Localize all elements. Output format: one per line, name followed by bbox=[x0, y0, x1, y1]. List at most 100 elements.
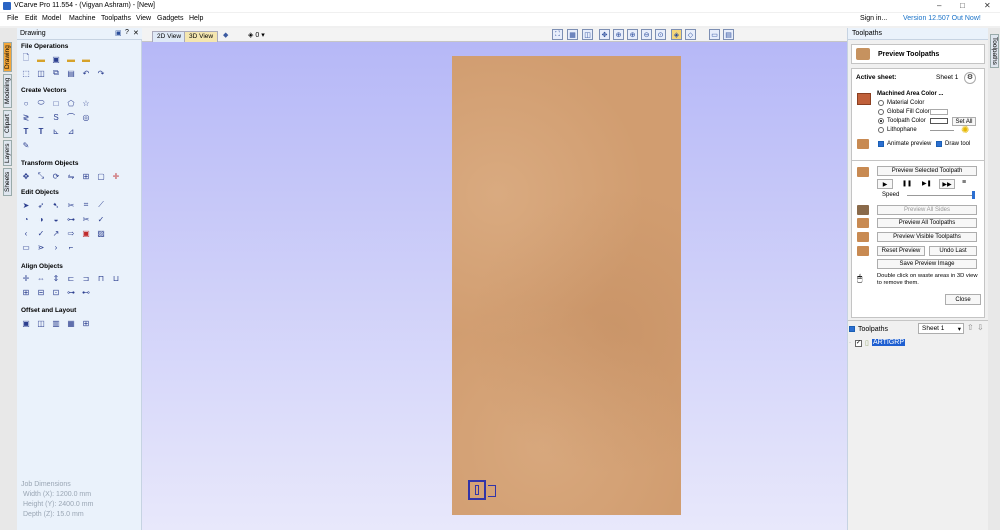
polygon-icon[interactable]: ⬠ bbox=[66, 98, 76, 108]
close-button[interactable]: Close bbox=[945, 294, 981, 305]
3d-viewport[interactable] bbox=[142, 42, 847, 530]
sign-in-link[interactable]: Sign in... bbox=[860, 15, 887, 22]
maximize-button[interactable]: □ bbox=[960, 1, 965, 10]
open-icon[interactable]: ▬ bbox=[36, 54, 46, 64]
align-h-icon[interactable]: ⇔ bbox=[36, 273, 46, 283]
spiral-icon[interactable]: ◎ bbox=[81, 112, 91, 122]
box-icon[interactable]: ▭ bbox=[21, 242, 31, 252]
version-link[interactable]: Version 12.507 Out Now! bbox=[903, 15, 981, 22]
space-h-icon[interactable]: ⊟ bbox=[36, 287, 46, 297]
preview-visible-button[interactable]: Preview Visible Toolpaths bbox=[877, 232, 977, 242]
view-fit-icon[interactable]: ⛶ bbox=[552, 29, 563, 40]
sheet-select[interactable]: Sheet 1 ▾ bbox=[918, 323, 964, 334]
toolpath-color-radio[interactable] bbox=[878, 118, 884, 124]
select-icon[interactable]: ⬚ bbox=[21, 68, 31, 78]
rectangle-icon[interactable]: □ bbox=[51, 98, 61, 108]
fillet2-icon[interactable]: ✓ bbox=[36, 228, 46, 238]
corner-icon[interactable]: ⌐ bbox=[66, 242, 76, 252]
animate-preview-checkbox[interactable] bbox=[878, 141, 884, 147]
move-down-icon[interactable]: ⇩ bbox=[977, 323, 984, 332]
preview-all-sides-button[interactable]: Preview All Sides bbox=[877, 205, 977, 215]
align-v-icon[interactable]: ⇕ bbox=[51, 273, 61, 283]
minimize-button[interactable]: – bbox=[937, 1, 941, 10]
menu-gadgets[interactable]: Gadgets bbox=[157, 15, 183, 22]
menu-file[interactable]: File bbox=[7, 15, 18, 22]
weld-icon[interactable]: ◔ bbox=[21, 214, 31, 224]
material-color-radio[interactable] bbox=[878, 100, 884, 106]
node-icon[interactable]: ➶ bbox=[36, 200, 46, 210]
reset-preview-button[interactable]: Reset Preview bbox=[877, 246, 925, 256]
align-icon[interactable]: ⊞ bbox=[81, 171, 91, 181]
copy-icon[interactable]: ⧉ bbox=[51, 68, 61, 78]
close-window-button[interactable]: ✕ bbox=[984, 1, 991, 10]
zoom-box-icon[interactable]: ⊕ bbox=[613, 29, 624, 40]
trim-icon[interactable]: ✂ bbox=[66, 200, 76, 210]
nest-icon[interactable]: ▥ bbox=[51, 318, 61, 328]
tab-toolpaths[interactable]: Toolpaths bbox=[990, 34, 999, 68]
pen-icon[interactable]: ✎ bbox=[21, 140, 31, 150]
sheet-icon[interactable]: ⚙ bbox=[964, 72, 976, 84]
draw-tool-checkbox[interactable] bbox=[936, 141, 942, 147]
star-icon[interactable]: ☆ bbox=[81, 98, 91, 108]
panel-pin-icon[interactable]: ▣ bbox=[115, 29, 122, 37]
zoom-all-icon[interactable]: ⊙ bbox=[655, 29, 666, 40]
save-icon[interactable]: ▣ bbox=[51, 54, 61, 64]
menu-view[interactable]: View bbox=[136, 15, 151, 22]
tab-clipart[interactable]: Clipart bbox=[3, 110, 12, 138]
zoom-out-icon[interactable]: ⊖ bbox=[641, 29, 652, 40]
trace-icon[interactable]: ▨ bbox=[96, 228, 106, 238]
split-view-icon[interactable]: ▭ bbox=[709, 29, 720, 40]
zoom-in-icon[interactable]: ⊕ bbox=[627, 29, 638, 40]
transform-icon[interactable]: ➷ bbox=[51, 200, 61, 210]
menu-toolpaths[interactable]: Toolpaths bbox=[101, 15, 131, 22]
material-block[interactable] bbox=[452, 56, 681, 515]
align-bottom-icon[interactable]: ⊔ bbox=[111, 273, 121, 283]
curve-fit-icon[interactable]: ↗ bbox=[51, 228, 61, 238]
save-preview-image-button[interactable]: Save Preview Image bbox=[877, 259, 977, 269]
tab-3d-view[interactable]: 3D View bbox=[184, 31, 219, 42]
toolpaths-master-checkbox[interactable] bbox=[849, 326, 855, 332]
toolpath-item-checkbox[interactable]: ✓ bbox=[855, 340, 862, 347]
stack-icon[interactable]: ⊷ bbox=[81, 287, 91, 297]
redo-icon[interactable]: ↷ bbox=[96, 68, 106, 78]
panel-close-icon[interactable]: ✕ bbox=[133, 29, 139, 37]
smooth-icon[interactable]: ‹ bbox=[21, 228, 31, 238]
align-mid-icon[interactable]: ⊞ bbox=[21, 287, 31, 297]
bitmap-icon[interactable]: ▣ bbox=[81, 228, 91, 238]
knife-icon[interactable]: ⟋ bbox=[96, 200, 106, 210]
curve-icon[interactable]: ∼ bbox=[36, 112, 46, 122]
global-fill-radio[interactable] bbox=[878, 109, 884, 115]
import-icon[interactable]: ▬ bbox=[81, 54, 91, 64]
extend-icon[interactable]: ⌗ bbox=[81, 200, 91, 210]
offset-vector-icon[interactable]: ▣ bbox=[21, 318, 31, 328]
show-toolpath-icon[interactable]: ◈ bbox=[671, 29, 682, 40]
mirror-icon[interactable]: ⇋ bbox=[66, 171, 76, 181]
tab-layers[interactable]: Layers bbox=[3, 140, 12, 166]
menu-edit[interactable]: Edit bbox=[25, 15, 37, 22]
speed-slider-thumb[interactable] bbox=[972, 191, 975, 199]
subtract-icon[interactable]: ◑ bbox=[36, 214, 46, 224]
line-icon[interactable]: ≷ bbox=[21, 112, 31, 122]
pause-button[interactable]: ❚❚ bbox=[902, 180, 912, 187]
align-top-icon[interactable]: ⊓ bbox=[96, 273, 106, 283]
panel-help-icon[interactable]: ? bbox=[125, 29, 129, 36]
tab-sheets[interactable]: Sheets bbox=[3, 168, 12, 196]
layer-dropdown[interactable]: ◈ 0 ▾ bbox=[248, 31, 265, 39]
fillet-icon[interactable]: ⊿ bbox=[66, 126, 76, 136]
text-icon[interactable]: T bbox=[21, 126, 31, 136]
join-icon[interactable]: ⊶ bbox=[66, 214, 76, 224]
step-repeat-icon[interactable]: ⊞ bbox=[81, 318, 91, 328]
view-layout-icon[interactable]: ▤ bbox=[723, 29, 734, 40]
new-icon[interactable]: 🗋 bbox=[21, 53, 31, 64]
menu-machine[interactable]: Machine bbox=[69, 15, 95, 22]
dimension-icon[interactable]: ⊾ bbox=[51, 126, 61, 136]
paste-icon[interactable]: ▤ bbox=[66, 68, 76, 78]
view-tab-pin-icon[interactable]: ◆ bbox=[223, 31, 228, 39]
lithophane-slider[interactable] bbox=[930, 130, 954, 131]
show-material-icon[interactable]: ◇ bbox=[685, 29, 696, 40]
tab-modeling[interactable]: Modeling bbox=[3, 74, 12, 108]
array-icon[interactable]: ▦ bbox=[66, 318, 76, 328]
space-v-icon[interactable]: ⊡ bbox=[51, 287, 61, 297]
group-icon[interactable]: ◫ bbox=[36, 68, 46, 78]
circle-icon[interactable]: ○ bbox=[21, 98, 31, 108]
